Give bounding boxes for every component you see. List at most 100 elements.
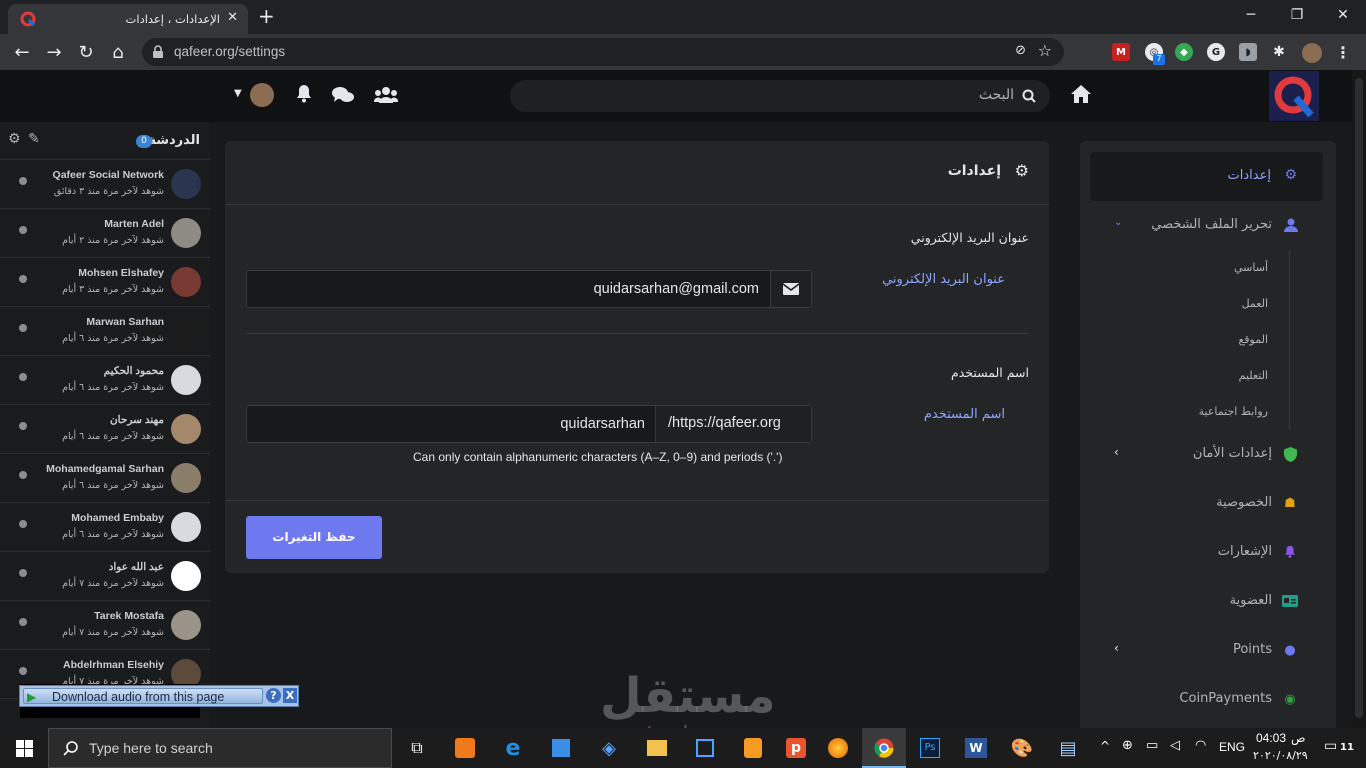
submenu-location[interactable]: الموقع: [1238, 333, 1268, 346]
app-paint-icon[interactable]: 🎨: [1002, 728, 1042, 768]
app-chrome-active[interactable]: [862, 728, 906, 768]
extension-m-icon[interactable]: M: [1112, 43, 1130, 61]
submenu-basic[interactable]: أساسي: [1234, 261, 1268, 274]
extensions-puzzle-icon[interactable]: ✱: [1270, 43, 1288, 61]
submenu-education[interactable]: التعليم: [1239, 369, 1268, 382]
settings-gear-icon: ⚙: [1014, 161, 1029, 180]
tray-network-icon[interactable]: ⊕: [1122, 738, 1133, 753]
save-changes-button[interactable]: حفظ التغيرات: [246, 516, 382, 559]
chat-user-row[interactable]: عبد الله عواد شوهد لآخر مرة منذ ٧ أيام: [0, 552, 210, 601]
profile-avatar[interactable]: [1302, 43, 1322, 63]
notification-center-icon[interactable]: ▭: [1324, 738, 1337, 754]
tab-close-icon[interactable]: ✕: [227, 10, 238, 25]
taskbar-search-placeholder: Type here to search: [89, 740, 213, 756]
email-field[interactable]: quidarsarhan@gmail.com: [246, 270, 812, 308]
browser-tab[interactable]: الإعدادات ، إعدادات ✕: [8, 4, 248, 34]
app-edge-icon[interactable]: e: [493, 728, 533, 768]
status-dot: [19, 471, 27, 479]
tray-clock[interactable]: 04:03 ص ٢٠٢٠/٠٨/٢٩: [1253, 730, 1311, 766]
extension-green-icon[interactable]: ◆: [1175, 43, 1193, 61]
minimize-icon[interactable]: ─: [1228, 0, 1274, 30]
chat-last-seen: شوهد لآخر مرة منذ ٦ أيام: [62, 333, 164, 344]
overlay-close-icon[interactable]: X: [283, 688, 297, 703]
bell-icon[interactable]: [296, 84, 312, 104]
tray-wifi-icon[interactable]: ◠: [1195, 738, 1206, 753]
maximize-icon[interactable]: ❐: [1274, 0, 1320, 30]
tray-language[interactable]: ENG: [1219, 740, 1245, 754]
app-sublime-icon[interactable]: [733, 728, 773, 768]
bookmark-star-icon[interactable]: ☆: [1038, 41, 1052, 60]
app-xampp-icon[interactable]: [445, 728, 485, 768]
scrollbar-thumb[interactable]: [1355, 78, 1363, 718]
site-logo[interactable]: [1269, 71, 1319, 121]
new-tab-button[interactable]: +: [258, 4, 275, 28]
extension-shield-icon[interactable]: ◗: [1239, 43, 1257, 61]
chat-user-row[interactable]: Mohsen Elshafey شوهد لآخر مرة منذ ٣ أيام: [0, 258, 210, 307]
compose-icon[interactable]: ✎: [28, 131, 40, 147]
app-vscode-icon[interactable]: ◈: [589, 728, 629, 768]
app-photoshop-icon[interactable]: Ps: [910, 728, 950, 768]
app-scanner-icon[interactable]: [685, 728, 725, 768]
browser-menu-icon[interactable]: ⋮: [1334, 43, 1352, 62]
submenu-work[interactable]: العمل: [1242, 297, 1268, 310]
search-input[interactable]: البحث: [510, 80, 1050, 112]
taskbar-search-input[interactable]: Type here to search: [48, 728, 392, 768]
back-icon[interactable]: ←: [10, 40, 34, 64]
tray-battery-icon[interactable]: ▭: [1146, 738, 1158, 753]
submenu-social-links[interactable]: روابط اجتماعية: [1199, 405, 1268, 418]
menu-item-coinpayments[interactable]: CoinPayments ◉: [1080, 681, 1336, 717]
user-menu-caret-icon[interactable]: ▼: [234, 88, 242, 99]
extension-g-icon[interactable]: G: [1207, 43, 1225, 61]
chat-user-row[interactable]: مهند سرحان شوهد لآخر مرة منذ ٦ أيام: [0, 405, 210, 454]
app-notepad-icon[interactable]: ▤: [1048, 728, 1088, 768]
email-value: quidarsarhan@gmail.com: [593, 281, 759, 297]
chat-user-row[interactable]: Tarek Mostafa شوهد لآخر مرة منذ ٧ أيام: [0, 601, 210, 650]
app-explorer-icon[interactable]: [637, 728, 677, 768]
chat-settings-icon[interactable]: ⚙: [8, 131, 21, 147]
menu-item-edit-profile[interactable]: تحرير الملف الشخصي ⌄: [1080, 207, 1336, 243]
friends-icon[interactable]: [374, 86, 398, 104]
chat-user-row[interactable]: Marten Adel شوهد لآخر مرة منذ ٢ أيام: [0, 209, 210, 258]
menu-item-membership[interactable]: العضوية: [1080, 583, 1336, 619]
app-postman-icon[interactable]: p: [776, 728, 816, 768]
task-view-icon[interactable]: ⧉: [397, 728, 437, 768]
chat-user-row[interactable]: Mohamed Embaby شوهد لآخر مرة منذ ٦ أيام: [0, 503, 210, 552]
tracking-icon[interactable]: ⊘: [1015, 43, 1026, 58]
download-audio-bar[interactable]: ▶ Download audio from this page ? X: [19, 685, 299, 707]
menu-gear-icon: ⚙: [1284, 167, 1297, 183]
clock-date: ٢٠٢٠/٠٨/٢٩: [1253, 749, 1308, 762]
user-avatar[interactable]: [250, 83, 274, 107]
menu-item-settings[interactable]: إعدادات ⚙: [1090, 152, 1323, 201]
help-icon[interactable]: ?: [266, 688, 281, 703]
close-window-icon[interactable]: ✕: [1320, 0, 1366, 30]
start-button[interactable]: [4, 728, 44, 768]
chat-user-row[interactable]: Marwan Sarhan شوهد لآخر مرة منذ ٦ أيام: [0, 307, 210, 356]
download-audio-label: Download audio from this page: [52, 690, 225, 704]
chat-user-row[interactable]: Mohamedgamal Sarhan شوهد لآخر مرة منذ ٦ أ…: [0, 454, 210, 503]
menu-item-notifications[interactable]: الإشعارات: [1080, 534, 1336, 570]
address-bar[interactable]: qafeer.org/settings ⊘ ☆: [142, 38, 1064, 66]
avatar: [171, 169, 201, 199]
menu-item-privacy[interactable]: الخصوصية ☗: [1080, 485, 1336, 521]
search-icon[interactable]: [1022, 89, 1036, 103]
home-icon[interactable]: ⌂: [106, 40, 130, 64]
tray-volume-icon[interactable]: ◁: [1170, 738, 1180, 753]
menu-item-points[interactable]: Points ● ‹: [1080, 632, 1336, 668]
app-word-icon[interactable]: W: [956, 728, 996, 768]
home-nav-icon[interactable]: [1070, 84, 1092, 109]
chat-user-name: محمود الحكيم: [103, 365, 164, 377]
username-field[interactable]: https://qafeer.org/ quidarsarhan: [246, 405, 812, 443]
menu-item-security[interactable]: إعدادات الأمان ‹: [1080, 436, 1336, 472]
chevron-left-icon: ‹: [1114, 445, 1119, 459]
messages-icon[interactable]: [332, 85, 354, 105]
app-firefox-icon[interactable]: [818, 728, 858, 768]
tray-chevron-icon[interactable]: ^: [1100, 739, 1110, 753]
chat-user-row[interactable]: محمود الحكيم شوهد لآخر مرة منذ ٦ أيام: [0, 356, 210, 405]
forward-icon[interactable]: →: [42, 40, 66, 64]
page-scrollbar[interactable]: [1352, 70, 1366, 728]
reload-icon[interactable]: ↻: [74, 40, 98, 64]
app-store-icon[interactable]: [541, 728, 581, 768]
chat-user-row[interactable]: Qafeer Social Network شوهد لآخر مرة منذ ٣…: [0, 160, 210, 209]
chat-last-seen: شوهد لآخر مرة منذ ٦ أيام: [62, 529, 164, 540]
download-audio-button[interactable]: ▶ Download audio from this page: [23, 688, 263, 704]
